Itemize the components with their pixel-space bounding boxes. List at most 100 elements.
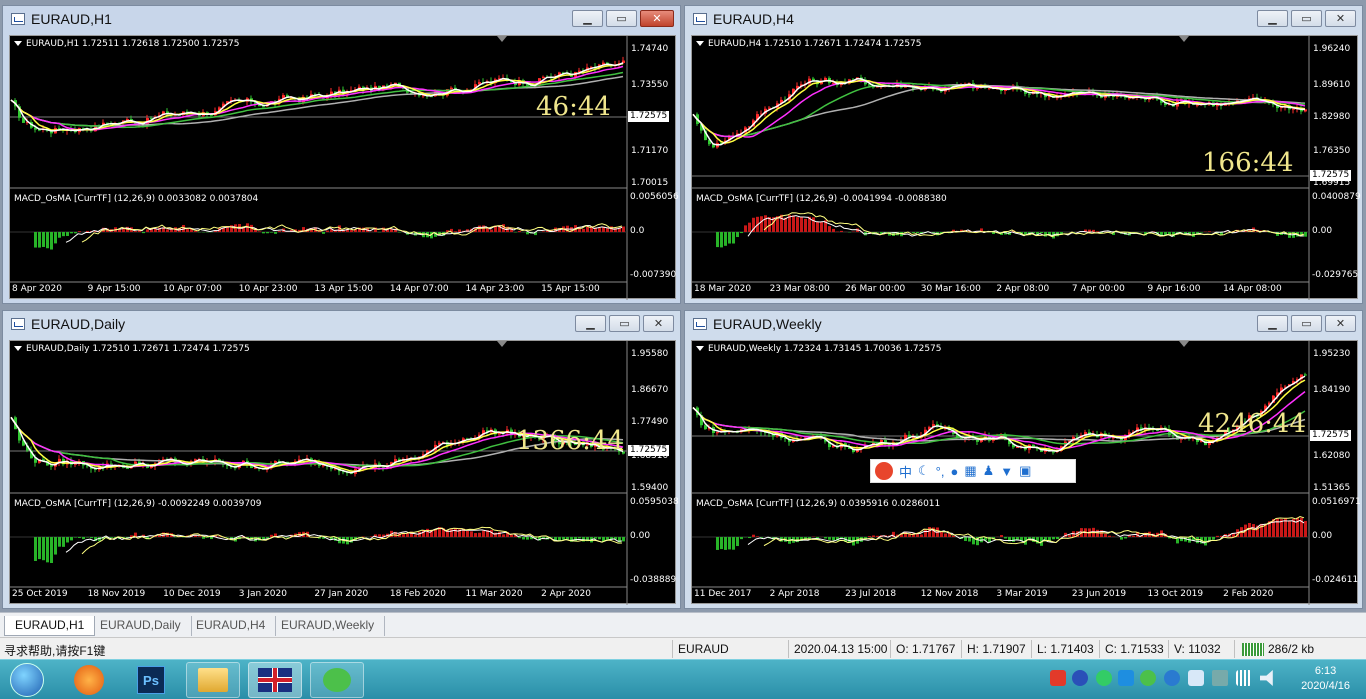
system-clock[interactable]: 6:13 2020/4/16 (1301, 664, 1350, 694)
minimize-button[interactable]: ▁ (1257, 315, 1288, 332)
start-button[interactable] (2, 662, 52, 698)
chart-shift-marker-icon[interactable] (497, 36, 507, 42)
window-titlebar[interactable]: EURAUD,Daily ▁ ▭ ✕ (3, 311, 680, 337)
macd-bar (1208, 537, 1211, 541)
dropdown-triangle-icon[interactable] (696, 41, 704, 46)
current-price-badge: 1.72575 (628, 445, 670, 456)
window-titlebar[interactable]: EURAUD,H4 ▁ ▭ ✕ (685, 6, 1362, 32)
macd-bar (728, 537, 731, 550)
wechat-tray-icon[interactable] (1140, 670, 1156, 686)
window-titlebar[interactable]: EURAUD,H1 ▁ ▭ ✕ (3, 6, 680, 32)
maximize-button[interactable]: ▭ (609, 315, 640, 332)
macd-bar (262, 232, 265, 234)
macd-bar (752, 534, 755, 537)
chart-window-h4[interactable]: EURAUD,H4 ▁ ▭ ✕ EURAUD,H4 1.72510 1.7267… (684, 5, 1363, 304)
ime-toolbar[interactable]: 中 ☾ °, ● ▦ ♟ ▼ ▣ (870, 459, 1076, 483)
macd-bar (1200, 232, 1203, 233)
date-tick-label: 23 Jun 2019 (1071, 589, 1127, 599)
network-tray-icon[interactable] (1096, 670, 1112, 686)
macd-bar (574, 537, 577, 541)
macd-tick-label: 0.00 (1312, 531, 1333, 541)
chart-canvas[interactable]: EURAUD,H4 1.72510 1.72671 1.72474 1.7257… (691, 35, 1361, 300)
macd-bar (398, 232, 401, 233)
macd-bar (502, 534, 505, 537)
microphone-icon[interactable]: ● (950, 464, 958, 479)
macd-bar (606, 537, 609, 540)
macd-bar (526, 537, 529, 540)
ime-mode-label[interactable]: 中 (899, 462, 912, 481)
chart-shift-marker-icon[interactable] (1179, 341, 1189, 347)
tab-euraud-daily[interactable]: EURAUD,Daily (90, 616, 192, 636)
macd-bar (1056, 537, 1059, 540)
app-metatrader-button[interactable] (248, 662, 302, 698)
minimize-button[interactable]: ▁ (1257, 10, 1288, 27)
sogou-tray-icon[interactable] (1050, 670, 1066, 686)
tab-euraud-h1[interactable]: EURAUD,H1 (4, 616, 96, 636)
macd-tick-label: -0.038889 (630, 575, 677, 585)
price-tick-label: 1.86670 (631, 385, 669, 395)
app-explorer-button[interactable] (186, 662, 240, 698)
signal-tray-icon[interactable] (1236, 670, 1252, 686)
macd-bar (78, 231, 81, 232)
macd-bar (270, 232, 273, 233)
maximize-button[interactable]: ▭ (606, 10, 637, 27)
grid-icon[interactable]: ▣ (1019, 463, 1031, 479)
macd-bar (1012, 537, 1015, 542)
macd-bar (760, 216, 763, 232)
macd-bar (66, 537, 69, 543)
macd-bar (46, 537, 49, 563)
chart-header: EURAUD,Daily 1.72510 1.72671 1.72474 1.7… (14, 344, 250, 354)
app-photoshop-button[interactable]: Ps (124, 662, 178, 698)
close-button[interactable]: ✕ (640, 10, 674, 27)
macd-bar (62, 537, 65, 547)
user-icon[interactable]: ♟ (983, 463, 995, 479)
window-title: EURAUD,H1 (31, 11, 112, 27)
skin-icon[interactable]: ▼ (1000, 464, 1013, 479)
tab-euraud-h4[interactable]: EURAUD,H4 (186, 616, 277, 636)
device-tray-icon[interactable] (1188, 670, 1204, 686)
macd-tick-label: 0.00 (1312, 226, 1333, 236)
chart-shift-marker-icon[interactable] (497, 341, 507, 347)
candle-body (262, 106, 265, 108)
volume-tray-icon[interactable] (1260, 670, 1273, 686)
close-button[interactable]: ✕ (1325, 10, 1356, 27)
moon-icon[interactable]: ☾ (918, 463, 930, 479)
close-button[interactable]: ✕ (1325, 315, 1356, 332)
keyboard-icon[interactable]: ▦ (964, 463, 976, 479)
macd-bar (146, 229, 149, 232)
macd-bar (1212, 537, 1215, 540)
status-bar: 寻求帮助,请按F1键 EURAUD 2020.04.13 15:00 O: 1.… (0, 637, 1366, 659)
app-wechat-button[interactable] (310, 662, 364, 698)
security-tray-icon[interactable] (1212, 670, 1228, 686)
punctuation-icon[interactable]: °, (936, 464, 945, 479)
tab-euraud-weekly[interactable]: EURAUD,Weekly (271, 616, 386, 636)
dropdown-triangle-icon[interactable] (14, 346, 22, 351)
minimize-button[interactable]: ▁ (572, 10, 603, 27)
minimize-button[interactable]: ▁ (575, 315, 606, 332)
macd-tick-label: 0.0056056 (630, 192, 679, 202)
macd-bar (54, 537, 57, 555)
price-tick-label: 1.70015 (631, 178, 669, 188)
chart-canvas[interactable]: EURAUD,Daily 1.72510 1.72671 1.72474 1.7… (9, 340, 679, 605)
date-tick-label: 2 Apr 08:00 (996, 284, 1050, 294)
macd-tick-label: -0.007390 (630, 270, 677, 280)
dropdown-triangle-icon[interactable] (14, 41, 22, 46)
help-tray-icon[interactable] (1072, 670, 1088, 686)
chart-canvas[interactable]: EURAUD,H1 1.72511 1.72618 1.72500 1.7257… (9, 35, 679, 300)
bluetooth-tray-icon[interactable] (1164, 670, 1180, 686)
chart-shift-marker-icon[interactable] (1179, 36, 1189, 42)
maximize-button[interactable]: ▭ (1291, 10, 1322, 27)
box-tray-icon[interactable] (1118, 670, 1134, 686)
chart-header: EURAUD,H1 1.72511 1.72618 1.72500 1.7257… (14, 39, 240, 49)
macd-bar (278, 231, 281, 232)
maximize-button[interactable]: ▭ (1291, 315, 1322, 332)
chart-window-d1[interactable]: EURAUD,Daily ▁ ▭ ✕ EURAUD,Daily 1.72510 … (2, 310, 681, 609)
price-tick-label: 1.62080 (1313, 451, 1351, 461)
close-button[interactable]: ✕ (643, 315, 674, 332)
chart-window-h1[interactable]: EURAUD,H1 ▁ ▭ ✕ EURAUD,H1 1.72511 1.7261… (2, 5, 681, 304)
app-browser-button[interactable] (62, 662, 116, 698)
window-titlebar[interactable]: EURAUD,Weekly ▁ ▭ ✕ (685, 311, 1362, 337)
dropdown-triangle-icon[interactable] (696, 346, 704, 351)
macd-label: MACD_OsMA [CurrTF] (12,26,9) 0.0395916 0… (696, 499, 941, 509)
chart-window-icon (11, 318, 25, 330)
